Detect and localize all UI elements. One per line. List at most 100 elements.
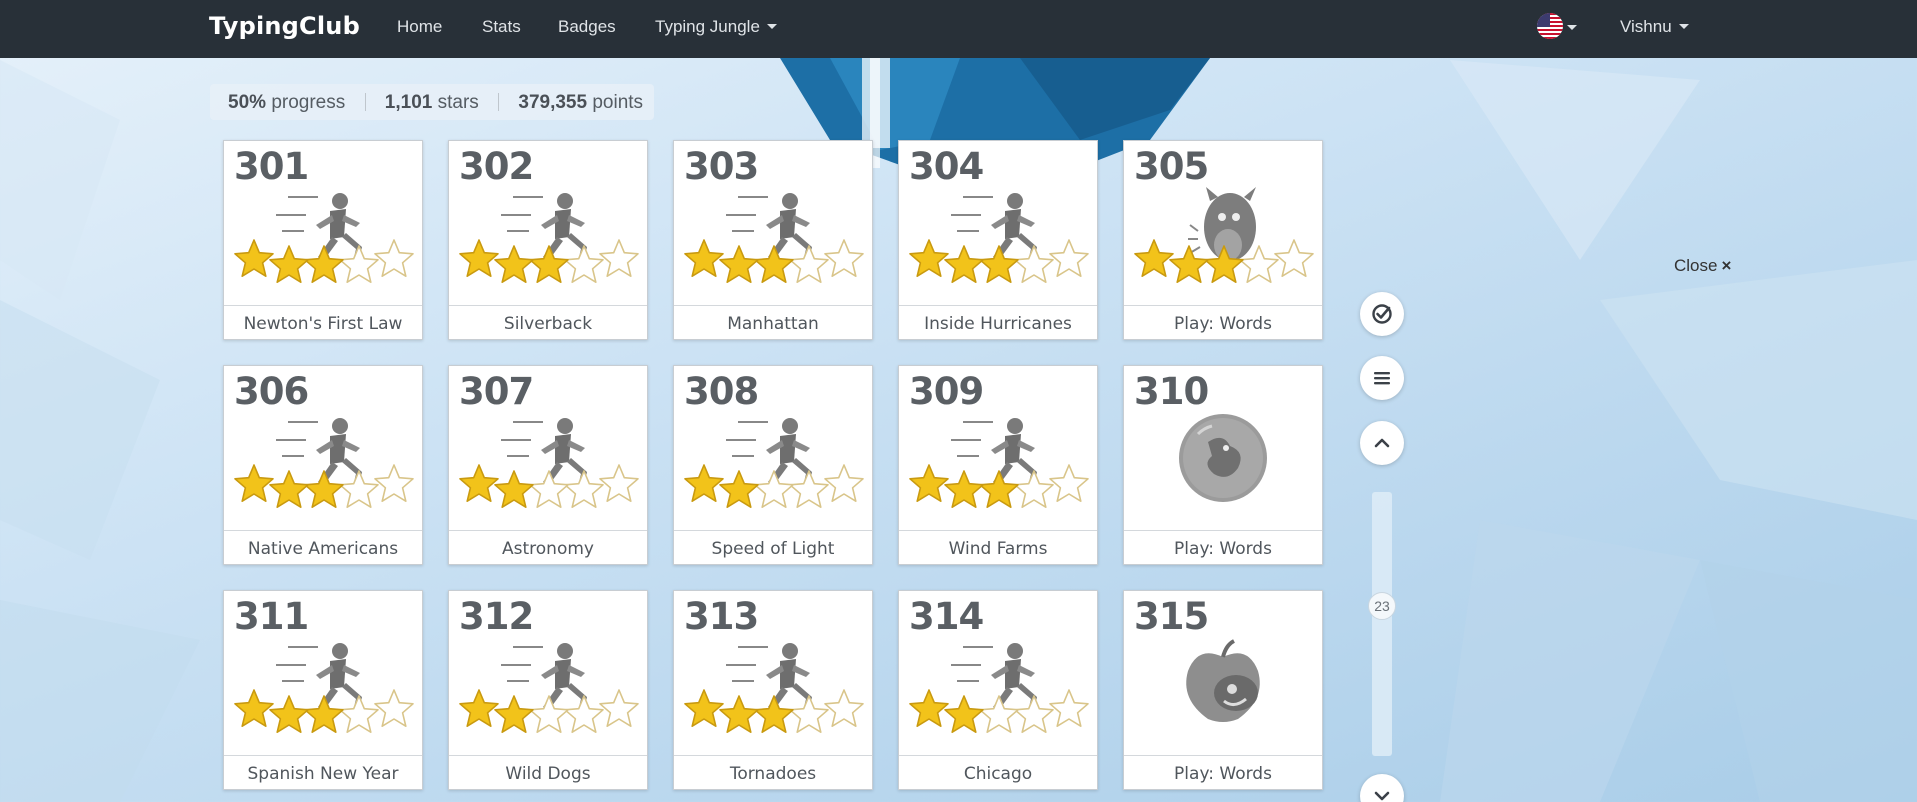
lesson-card[interactable]: 313 Tornadoes	[673, 590, 873, 790]
lesson-card[interactable]: 310 Play: Words	[1123, 365, 1323, 565]
empty-star-icon	[339, 695, 379, 734]
empty-star-icon	[374, 239, 414, 278]
empty-star-icon	[1239, 245, 1279, 284]
nav-jungle-label: Typing Jungle	[655, 17, 760, 36]
empty-star-icon	[599, 464, 639, 503]
bubble-creature-icon	[1168, 412, 1278, 502]
filled-star-icon	[979, 470, 1019, 509]
filled-star-icon	[494, 470, 534, 509]
top-navbar: TypingClub Home Stats Badges Typing Jung…	[0, 0, 1917, 58]
filled-star-icon	[269, 470, 309, 509]
points-label: points	[592, 92, 644, 113]
lesson-title: Silverback	[449, 305, 647, 339]
filled-star-icon	[304, 470, 344, 509]
lesson-number: 302	[459, 145, 534, 188]
nav-home-link[interactable]: Home	[397, 17, 442, 37]
lesson-title: Inside Hurricanes	[899, 305, 1097, 339]
filled-star-icon	[304, 245, 344, 284]
empty-star-icon	[374, 464, 414, 503]
filled-star-icon	[234, 464, 274, 503]
filled-star-icon	[909, 464, 949, 503]
lesson-title: Astronomy	[449, 530, 647, 564]
brand-logo[interactable]: TypingClub	[209, 12, 360, 40]
filled-star-icon	[1169, 245, 1209, 284]
lesson-title: Play: Words	[1124, 755, 1322, 789]
divider	[364, 93, 366, 111]
user-name: Vishnu	[1620, 17, 1672, 36]
lesson-card[interactable]: 311 Spanish New Year	[223, 590, 423, 790]
progress-summary-bar: 50% progress 1,101 stars 379,355 points	[210, 84, 654, 120]
lesson-card[interactable]: 302 Silverback	[448, 140, 648, 340]
empty-star-icon	[979, 695, 1019, 734]
lesson-card[interactable]: 301 Newton's First Law	[223, 140, 423, 340]
nav-stats-link[interactable]: Stats	[482, 17, 521, 37]
lesson-number: 308	[684, 370, 759, 413]
lesson-number: 313	[684, 595, 759, 638]
lesson-card[interactable]: 308 Speed of Light	[673, 365, 873, 565]
empty-star-icon	[754, 470, 794, 509]
lesson-card[interactable]: 314 Chicago	[898, 590, 1098, 790]
lesson-card[interactable]: 309 Wind Farms	[898, 365, 1098, 565]
check-circle-icon	[1372, 304, 1392, 324]
lesson-card[interactable]: 315 Play: Words	[1123, 590, 1323, 790]
lesson-title: Speed of Light	[674, 530, 872, 564]
empty-star-icon	[824, 689, 864, 728]
empty-star-icon	[1014, 245, 1054, 284]
lesson-title: Manhattan	[674, 305, 872, 339]
check-progress-button[interactable]	[1360, 292, 1404, 336]
list-icon	[1374, 372, 1390, 385]
filled-star-icon	[459, 464, 499, 503]
lesson-number: 311	[234, 595, 309, 638]
scroll-up-button[interactable]	[1360, 421, 1404, 465]
empty-star-icon	[1274, 239, 1314, 278]
filled-star-icon	[494, 695, 534, 734]
lesson-card[interactable]: 304 Inside Hurricanes	[898, 140, 1098, 340]
filled-star-icon	[754, 245, 794, 284]
chevron-down-icon	[766, 24, 777, 29]
points-value: 379,355	[518, 92, 588, 113]
empty-star-icon	[789, 470, 829, 509]
scroll-position-marker[interactable]: 23	[1368, 592, 1396, 620]
lesson-number: 312	[459, 595, 534, 638]
filled-star-icon	[944, 470, 984, 509]
empty-star-icon	[529, 695, 569, 734]
empty-star-icon	[564, 695, 604, 734]
empty-star-icon	[374, 689, 414, 728]
lesson-number: 304	[909, 145, 984, 188]
empty-star-icon	[529, 470, 569, 509]
nav-jungle-dropdown[interactable]: Typing Jungle	[655, 17, 777, 37]
filled-star-icon	[234, 239, 274, 278]
lesson-card[interactable]: 306 Native Americans	[223, 365, 423, 565]
lesson-title: Spanish New Year	[224, 755, 422, 789]
language-chevron-down-icon[interactable]	[1567, 25, 1577, 30]
filled-star-icon	[719, 245, 759, 284]
nav-badges-link[interactable]: Badges	[558, 17, 616, 37]
filled-star-icon	[944, 695, 984, 734]
star-rating	[459, 238, 641, 288]
lesson-title: Newton's First Law	[224, 305, 422, 339]
filled-star-icon	[529, 245, 569, 284]
lesson-card[interactable]: 303 Manhattan	[673, 140, 873, 340]
empty-star-icon	[564, 470, 604, 509]
empty-star-icon	[824, 239, 864, 278]
lesson-scroll-track[interactable]	[1372, 492, 1392, 756]
star-rating	[909, 238, 1091, 288]
lesson-card[interactable]: 312 Wild Dogs	[448, 590, 648, 790]
lesson-title: Play: Words	[1124, 305, 1322, 339]
user-menu-dropdown[interactable]: Vishnu	[1620, 17, 1689, 37]
lesson-number: 303	[684, 145, 759, 188]
filled-star-icon	[459, 689, 499, 728]
lesson-number: 309	[909, 370, 984, 413]
lesson-card[interactable]: 305 Play: Words	[1123, 140, 1323, 340]
filled-star-icon	[684, 239, 724, 278]
filled-star-icon	[1134, 239, 1174, 278]
close-button[interactable]: Close ×	[1674, 256, 1731, 276]
lesson-number: 307	[459, 370, 534, 413]
menu-button[interactable]	[1360, 356, 1404, 400]
lesson-card[interactable]: 307 Astronomy	[448, 365, 648, 565]
us-flag-icon[interactable]	[1537, 13, 1563, 39]
filled-star-icon	[979, 245, 1019, 284]
apple-worm-icon	[1168, 637, 1278, 727]
star-rating	[684, 238, 866, 288]
empty-star-icon	[824, 464, 864, 503]
